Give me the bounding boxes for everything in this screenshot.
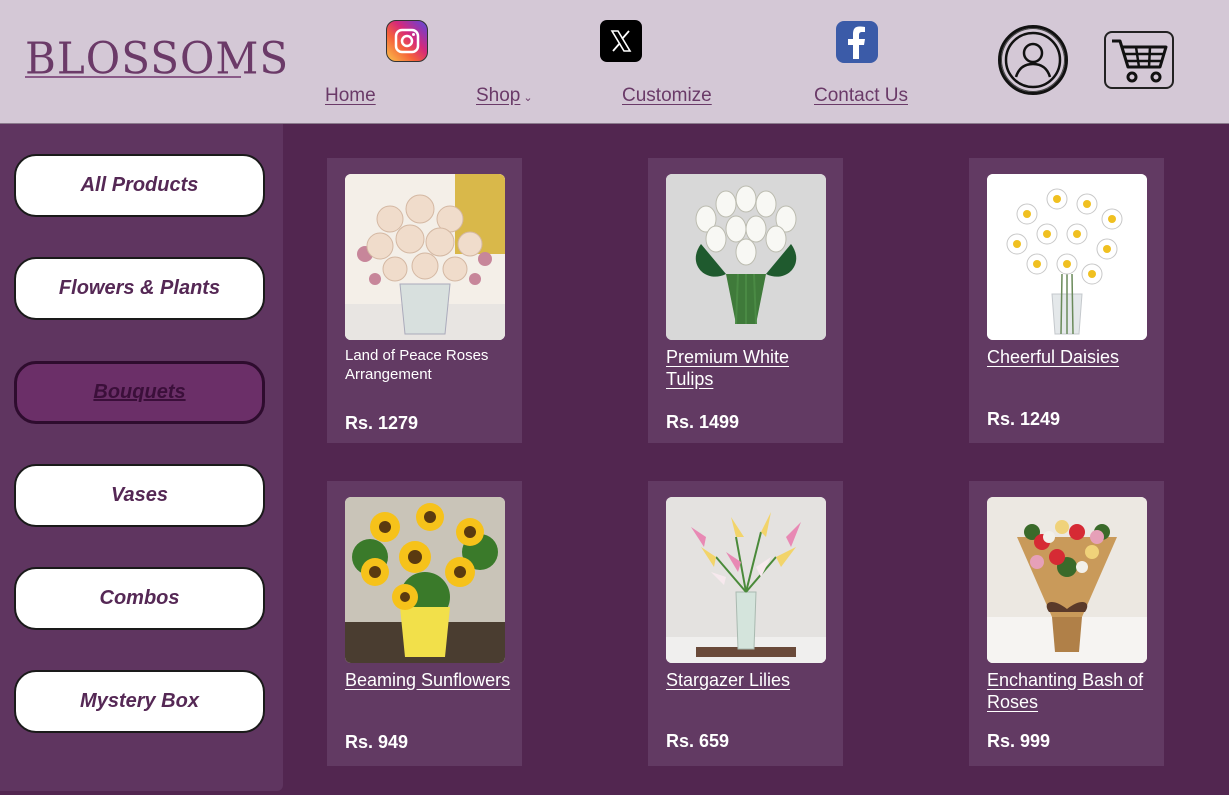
product-name[interactable]: Beaming Sunflowers [345,669,515,691]
product-price: Rs. 1249 [987,409,1061,429]
instagram-icon[interactable] [386,20,428,62]
nav-contact-us[interactable]: Contact Us [814,85,908,107]
x-icon[interactable] [600,20,642,62]
product-card[interactable]: Stargazer Lilies Rs. 659 [648,481,843,766]
cart-icon[interactable] [1104,31,1174,89]
product-price: Rs. 659 [666,731,730,751]
product-price: Rs. 1279 [345,413,419,433]
category-vases[interactable]: Vases [14,464,265,527]
site-header: BLOSSOMS Home Shop ⌄ Customize Contact Us [0,0,1229,124]
product-image-daisies[interactable] [987,174,1147,340]
product-name[interactable]: Enchanting Bash of Roses [987,669,1157,713]
category-mystery-box[interactable]: Mystery Box [14,670,265,733]
product-name[interactable]: Land of Peace Roses Arrangement [345,346,515,384]
category-flowers-plants[interactable]: Flowers & Plants [14,257,265,320]
product-card[interactable]: Enchanting Bash of Roses Rs. 999 [969,481,1164,766]
product-price: Rs. 949 [345,732,409,752]
product-card[interactable]: Land of Peace Roses Arrangement Rs. 1279 [327,158,522,443]
product-price: Rs. 999 [987,731,1051,751]
product-price: Rs. 1499 [666,412,740,432]
product-image-tulips[interactable] [666,174,826,340]
product-name[interactable]: Premium White Tulips [666,346,836,390]
category-combos[interactable]: Combos [14,567,265,630]
product-card[interactable]: Premium White Tulips Rs. 1499 [648,158,843,443]
category-sidebar: All Products Flowers & Plants Bouquets V… [0,124,283,791]
product-image-sunflowers[interactable] [345,497,505,663]
chevron-down-icon: ⌄ [523,92,533,104]
product-image-lilies[interactable] [666,497,826,663]
product-image-rose-bouquet[interactable] [987,497,1147,663]
product-card[interactable]: Cheerful Daisies Rs. 1249 [969,158,1164,443]
product-name[interactable]: Stargazer Lilies [666,669,836,691]
nav-shop[interactable]: Shop ⌄ [476,85,533,107]
user-icon[interactable] [998,25,1068,95]
product-name[interactable]: Cheerful Daisies [987,346,1157,368]
product-card[interactable]: Beaming Sunflowers Rs. 949 [327,481,522,766]
logo-underline [25,76,241,78]
category-all-products[interactable]: All Products [14,154,265,217]
nav-shop-label: Shop [476,85,521,106]
nav-home[interactable]: Home [325,85,376,107]
nav-customize[interactable]: Customize [622,85,712,107]
facebook-icon[interactable] [836,21,878,63]
category-bouquets[interactable]: Bouquets [14,361,265,424]
product-image-roses[interactable] [345,174,505,340]
